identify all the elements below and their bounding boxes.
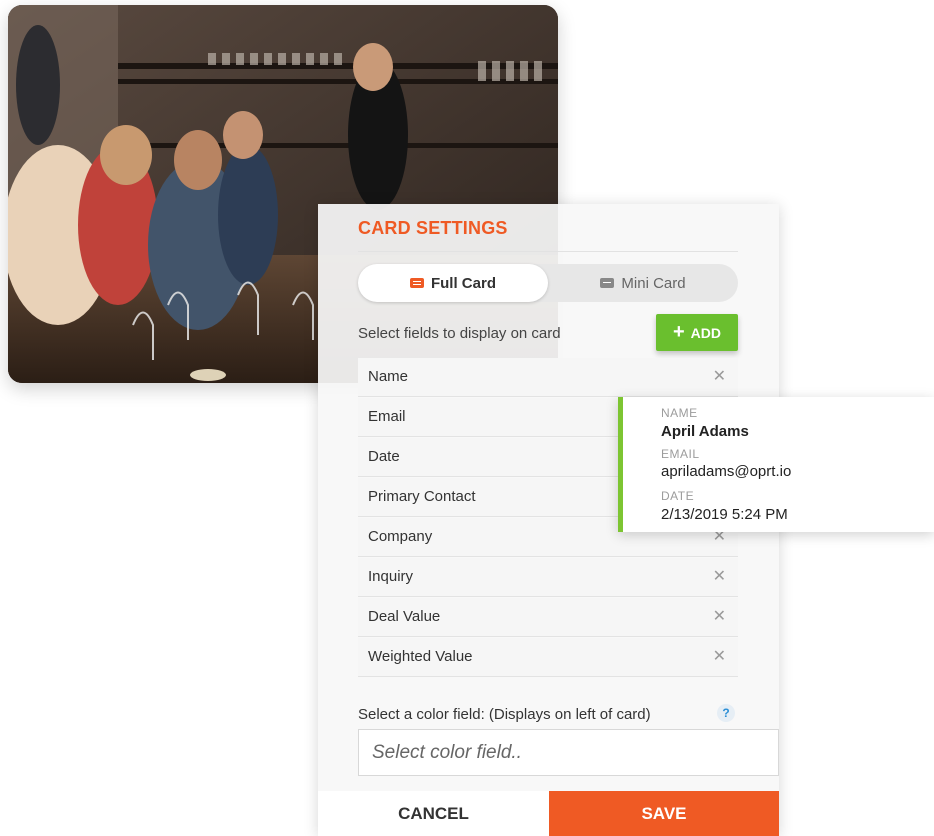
- card-type-toggle: Full Card Mini Card: [358, 264, 738, 302]
- preview-name-key: NAME: [661, 406, 698, 420]
- field-label: Weighted Value: [368, 648, 473, 665]
- remove-icon[interactable]: ✕: [713, 606, 726, 625]
- preview-date-value: 2/13/2019 5:24 PM: [661, 506, 788, 523]
- field-row-name[interactable]: Name ✕: [358, 358, 738, 397]
- full-card-label: Full Card: [430, 274, 496, 292]
- field-label: Inquiry: [368, 568, 414, 585]
- save-button[interactable]: SAVE: [549, 791, 779, 836]
- field-label: Email: [368, 408, 406, 425]
- color-field-select[interactable]: Select color field..: [358, 729, 779, 776]
- mini-card-label: Mini Card: [621, 274, 686, 292]
- field-label: Company: [368, 528, 433, 545]
- preview-date-key: DATE: [661, 489, 695, 503]
- full-card-tab[interactable]: Full Card: [358, 264, 548, 302]
- field-label: Date: [368, 448, 400, 465]
- field-row-deal-value[interactable]: Deal Value ✕: [358, 598, 738, 637]
- add-label: ADD: [690, 324, 722, 341]
- field-label: Primary Contact: [368, 488, 476, 505]
- plus-icon: +: [672, 320, 685, 343]
- panel-title: CARD SETTINGS: [358, 218, 508, 238]
- fields-instruction: Select fields to display on card: [358, 325, 561, 342]
- help-icon[interactable]: ?: [717, 704, 735, 722]
- cancel-button[interactable]: CANCEL: [318, 791, 549, 836]
- preview-email-key: EMAIL: [661, 447, 700, 461]
- remove-icon[interactable]: ✕: [713, 646, 726, 665]
- card-preview: NAME April Adams EMAIL apriladams@oprt.i…: [618, 397, 934, 532]
- field-label: Name: [368, 368, 409, 385]
- preview-email-value: apriladams@oprt.io: [661, 463, 792, 480]
- divider: [358, 251, 738, 252]
- field-label: Deal Value: [368, 608, 441, 625]
- preview-name-value: April Adams: [661, 423, 749, 440]
- mini-card-icon: [600, 278, 615, 288]
- field-row-inquiry[interactable]: Inquiry ✕: [358, 558, 738, 597]
- card-icon: [409, 278, 424, 288]
- field-row-weighted-value[interactable]: Weighted Value ✕: [358, 638, 738, 677]
- color-field-label: Select a color field: (Displays on left …: [358, 706, 651, 723]
- remove-icon[interactable]: ✕: [713, 366, 726, 385]
- remove-icon[interactable]: ✕: [713, 566, 726, 585]
- add-field-button[interactable]: + ADD: [656, 314, 738, 351]
- mini-card-tab[interactable]: Mini Card: [548, 264, 738, 302]
